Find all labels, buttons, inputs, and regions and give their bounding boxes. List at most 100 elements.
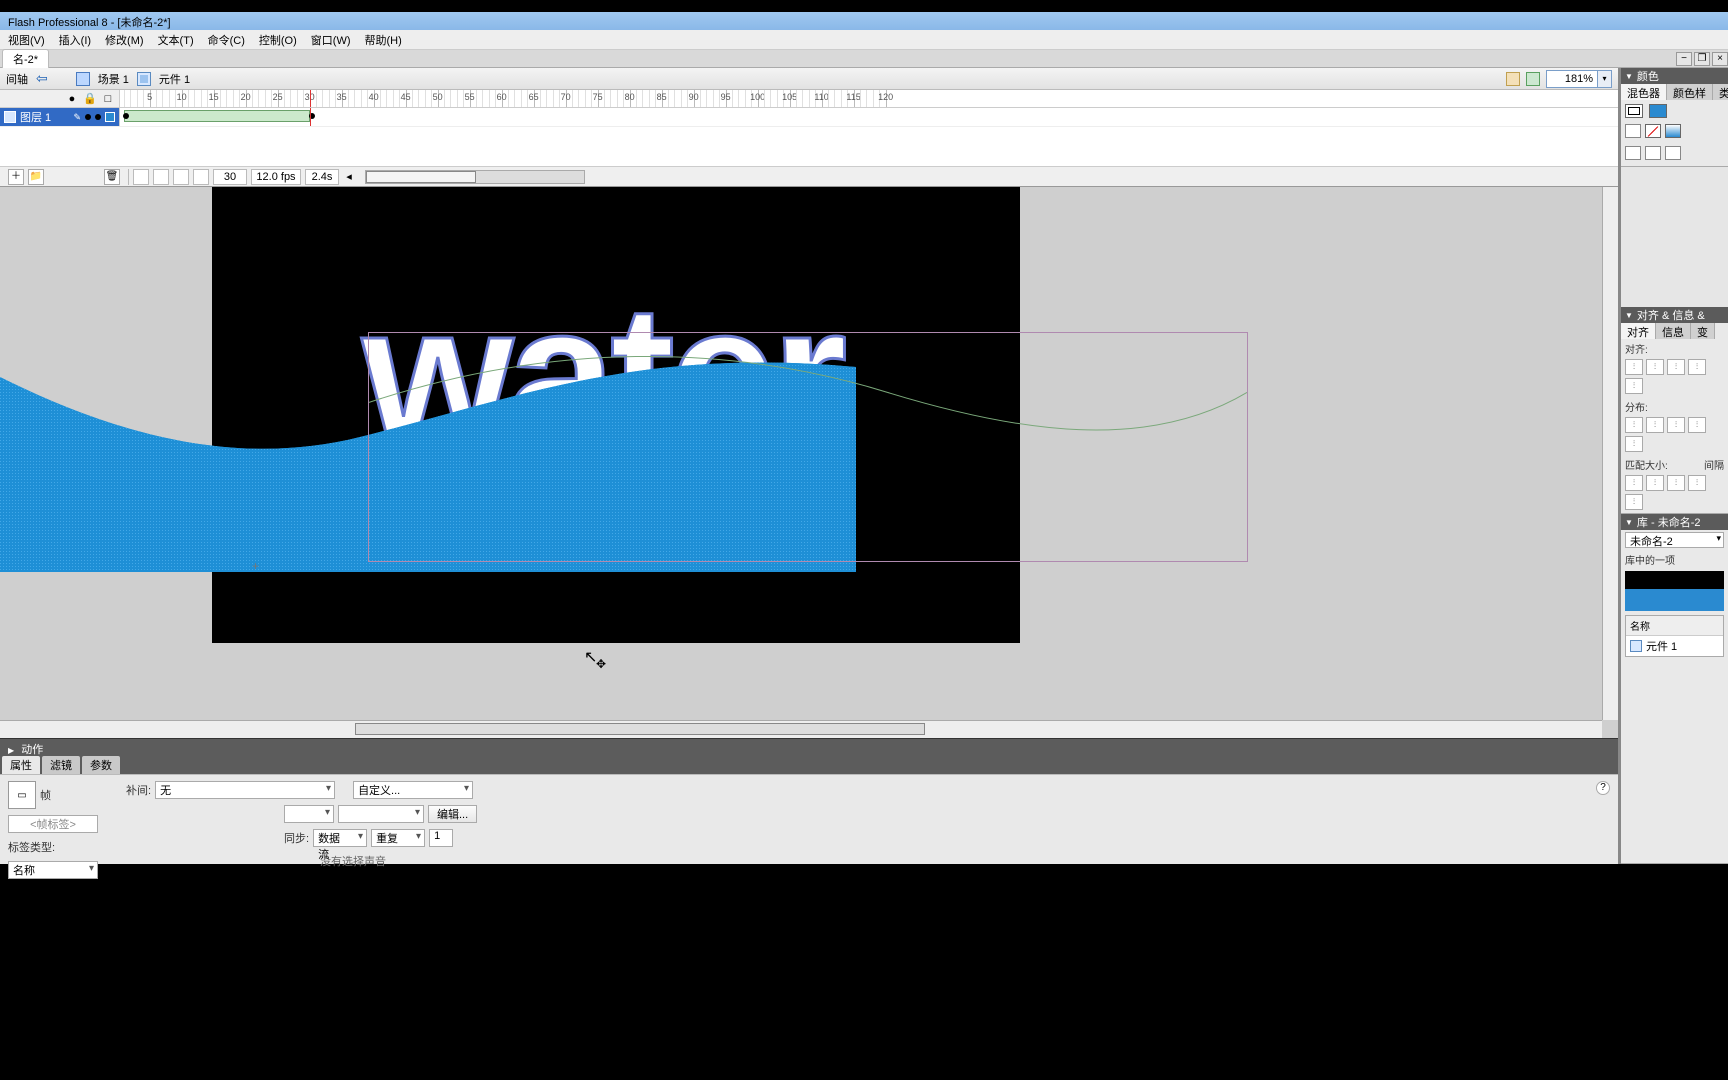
insert-folder-button[interactable]: 📁 [28, 169, 44, 185]
align-panel-header[interactable]: ▼对齐 & 信息 & [1621, 307, 1728, 323]
edit-scene-icon[interactable] [1506, 72, 1520, 86]
sound-effect-select[interactable] [284, 805, 334, 823]
tab-type[interactable]: 类 [1713, 84, 1728, 100]
help-icon[interactable]: ? [1596, 781, 1610, 795]
tab-properties[interactable]: 属性 [2, 756, 40, 774]
layer-lock-dot[interactable] [95, 114, 101, 120]
library-doc-select[interactable]: 未命名-2 [1625, 532, 1724, 548]
fps-field[interactable]: 12.0 fps [251, 169, 301, 185]
tween-select[interactable]: 无 [155, 781, 335, 799]
layer-pencil-icon: ✎ [73, 112, 81, 123]
wave-shape[interactable] [0, 347, 856, 572]
tab-swatches[interactable]: 颜色样 [1667, 84, 1713, 100]
stroke-color-swatch[interactable] [1625, 104, 1643, 118]
color-tool-1[interactable] [1625, 146, 1641, 160]
stage-vscrollbar[interactable] [1602, 187, 1618, 720]
match-w[interactable]: ⫶ [1625, 475, 1643, 491]
menu-window[interactable]: 窗口(W) [311, 32, 351, 47]
no-sound-label: 没有选择声音 [320, 853, 386, 869]
back-arrow-icon[interactable]: ⇦ [36, 70, 48, 87]
layer-visible-dot[interactable] [85, 114, 91, 120]
menu-help[interactable]: 帮助(H) [365, 32, 402, 47]
insert-layer-button[interactable]: ＋ [8, 169, 24, 185]
delete-layer-button[interactable]: 🗑 [104, 169, 120, 185]
tab-transform[interactable]: 变 [1691, 323, 1715, 339]
tab-filters[interactable]: 滤镜 [42, 756, 80, 774]
timeline-ruler[interactable]: 5101520253035404550556065707580859095100… [120, 90, 1618, 107]
fill-color-swatch[interactable] [1649, 104, 1667, 118]
zoom-dropdown-icon[interactable]: ▾ [1598, 70, 1612, 88]
lock-column-icon[interactable]: 🔒 [83, 92, 97, 106]
eye-column-icon[interactable]: ● [65, 92, 79, 106]
doc-close-button[interactable]: × [1712, 52, 1728, 66]
space-v[interactable]: ⫶ [1625, 494, 1643, 510]
sound-select[interactable] [338, 805, 424, 823]
current-frame-field[interactable]: 30 [213, 169, 247, 185]
menu-text[interactable]: 文本(T) [158, 32, 194, 47]
timeline-toggle-label[interactable]: 间轴 [6, 71, 28, 87]
dist-5[interactable]: ⫶ [1625, 436, 1643, 452]
scene-crumb[interactable]: 场景 1 [98, 71, 129, 87]
repeat-select[interactable]: 重复 [371, 829, 425, 847]
tab-align[interactable]: 对齐 [1621, 323, 1656, 339]
color-panel-header[interactable]: ▼颜色 [1621, 68, 1728, 84]
color-bw-icon[interactable] [1625, 124, 1641, 138]
tab-info[interactable]: 信息 [1656, 323, 1691, 339]
timeline-scroll-left-icon[interactable]: ◂ [343, 170, 355, 183]
dist-4[interactable]: ⫶ [1688, 417, 1706, 433]
menu-insert[interactable]: 插入(I) [59, 32, 91, 47]
dist-3[interactable]: ⫶ [1667, 417, 1685, 433]
stage-hscrollbar[interactable] [0, 720, 1602, 738]
menu-modify[interactable]: 修改(M) [105, 32, 144, 47]
timeline-frames[interactable] [120, 108, 1618, 126]
easing-custom-select[interactable]: 自定义... [353, 781, 473, 799]
center-frame-button[interactable] [133, 169, 149, 185]
doc-minimize-button[interactable]: − [1676, 52, 1692, 66]
color-tool-3[interactable] [1665, 146, 1681, 160]
edit-sound-button[interactable]: 编辑... [428, 805, 477, 823]
layer-outline-swatch[interactable] [105, 112, 115, 122]
onion-outline-button[interactable] [173, 169, 189, 185]
edit-multi-button[interactable] [193, 169, 209, 185]
zoom-input[interactable]: 181% [1546, 70, 1598, 88]
menu-view[interactable]: 视图(V) [8, 32, 45, 47]
space-h[interactable]: ⫶ [1688, 475, 1706, 491]
match-wh[interactable]: ⫶ [1667, 475, 1685, 491]
color-tool-2[interactable] [1645, 146, 1661, 160]
cursor-move-icon: ✥ [596, 657, 606, 671]
timeline-scrollbar-thumb[interactable] [366, 171, 476, 183]
doc-restore-button[interactable]: ❐ [1694, 52, 1710, 66]
symbol-crumb[interactable]: 元件 1 [159, 71, 190, 87]
library-item[interactable]: 元件 1 [1626, 636, 1723, 656]
match-h[interactable]: ⫶ [1646, 475, 1664, 491]
timeline-scrollbar[interactable] [365, 170, 585, 184]
actions-panel-header[interactable]: ▶ 动作 [0, 738, 1618, 756]
tab-mixer[interactable]: 混色器 [1621, 84, 1667, 100]
sync-select[interactable]: 数据流 [313, 829, 367, 847]
stage-area[interactable]: water + ↖ ✥ [0, 187, 1618, 738]
frame-label-input[interactable]: <帧标签> [8, 815, 98, 833]
onion-skin-button[interactable] [153, 169, 169, 185]
align-right-button[interactable]: ⫶ [1667, 359, 1685, 375]
align-vcenter-button[interactable]: ⫶ [1625, 378, 1643, 394]
menu-commands[interactable]: 命令(C) [208, 32, 245, 47]
dist-1[interactable]: ⫶ [1625, 417, 1643, 433]
color-swap-icon[interactable] [1665, 124, 1681, 138]
outline-column-icon[interactable]: □ [101, 92, 115, 106]
menu-control[interactable]: 控制(O) [259, 32, 297, 47]
layer-row[interactable]: 图层 1 ✎ [0, 108, 120, 126]
library-name-header[interactable]: 名称 [1626, 616, 1723, 636]
library-panel-header[interactable]: ▼库 - 未命名-2 [1621, 514, 1728, 530]
label-type-select[interactable]: 名称 [8, 861, 98, 879]
edit-symbol-icon[interactable] [1526, 72, 1540, 86]
library-list[interactable]: 名称 元件 1 [1625, 615, 1724, 657]
document-tab[interactable]: 名-2* [2, 49, 49, 68]
stage-hscroll-thumb[interactable] [355, 723, 925, 735]
dist-2[interactable]: ⫶ [1646, 417, 1664, 433]
align-hcenter-button[interactable]: ⫶ [1646, 359, 1664, 375]
tab-params[interactable]: 参数 [82, 756, 120, 774]
repeat-count-input[interactable]: 1 [429, 829, 453, 847]
color-none-icon[interactable] [1645, 124, 1661, 138]
align-left-button[interactable]: ⫶ [1625, 359, 1643, 375]
align-top-button[interactable]: ⫶ [1688, 359, 1706, 375]
